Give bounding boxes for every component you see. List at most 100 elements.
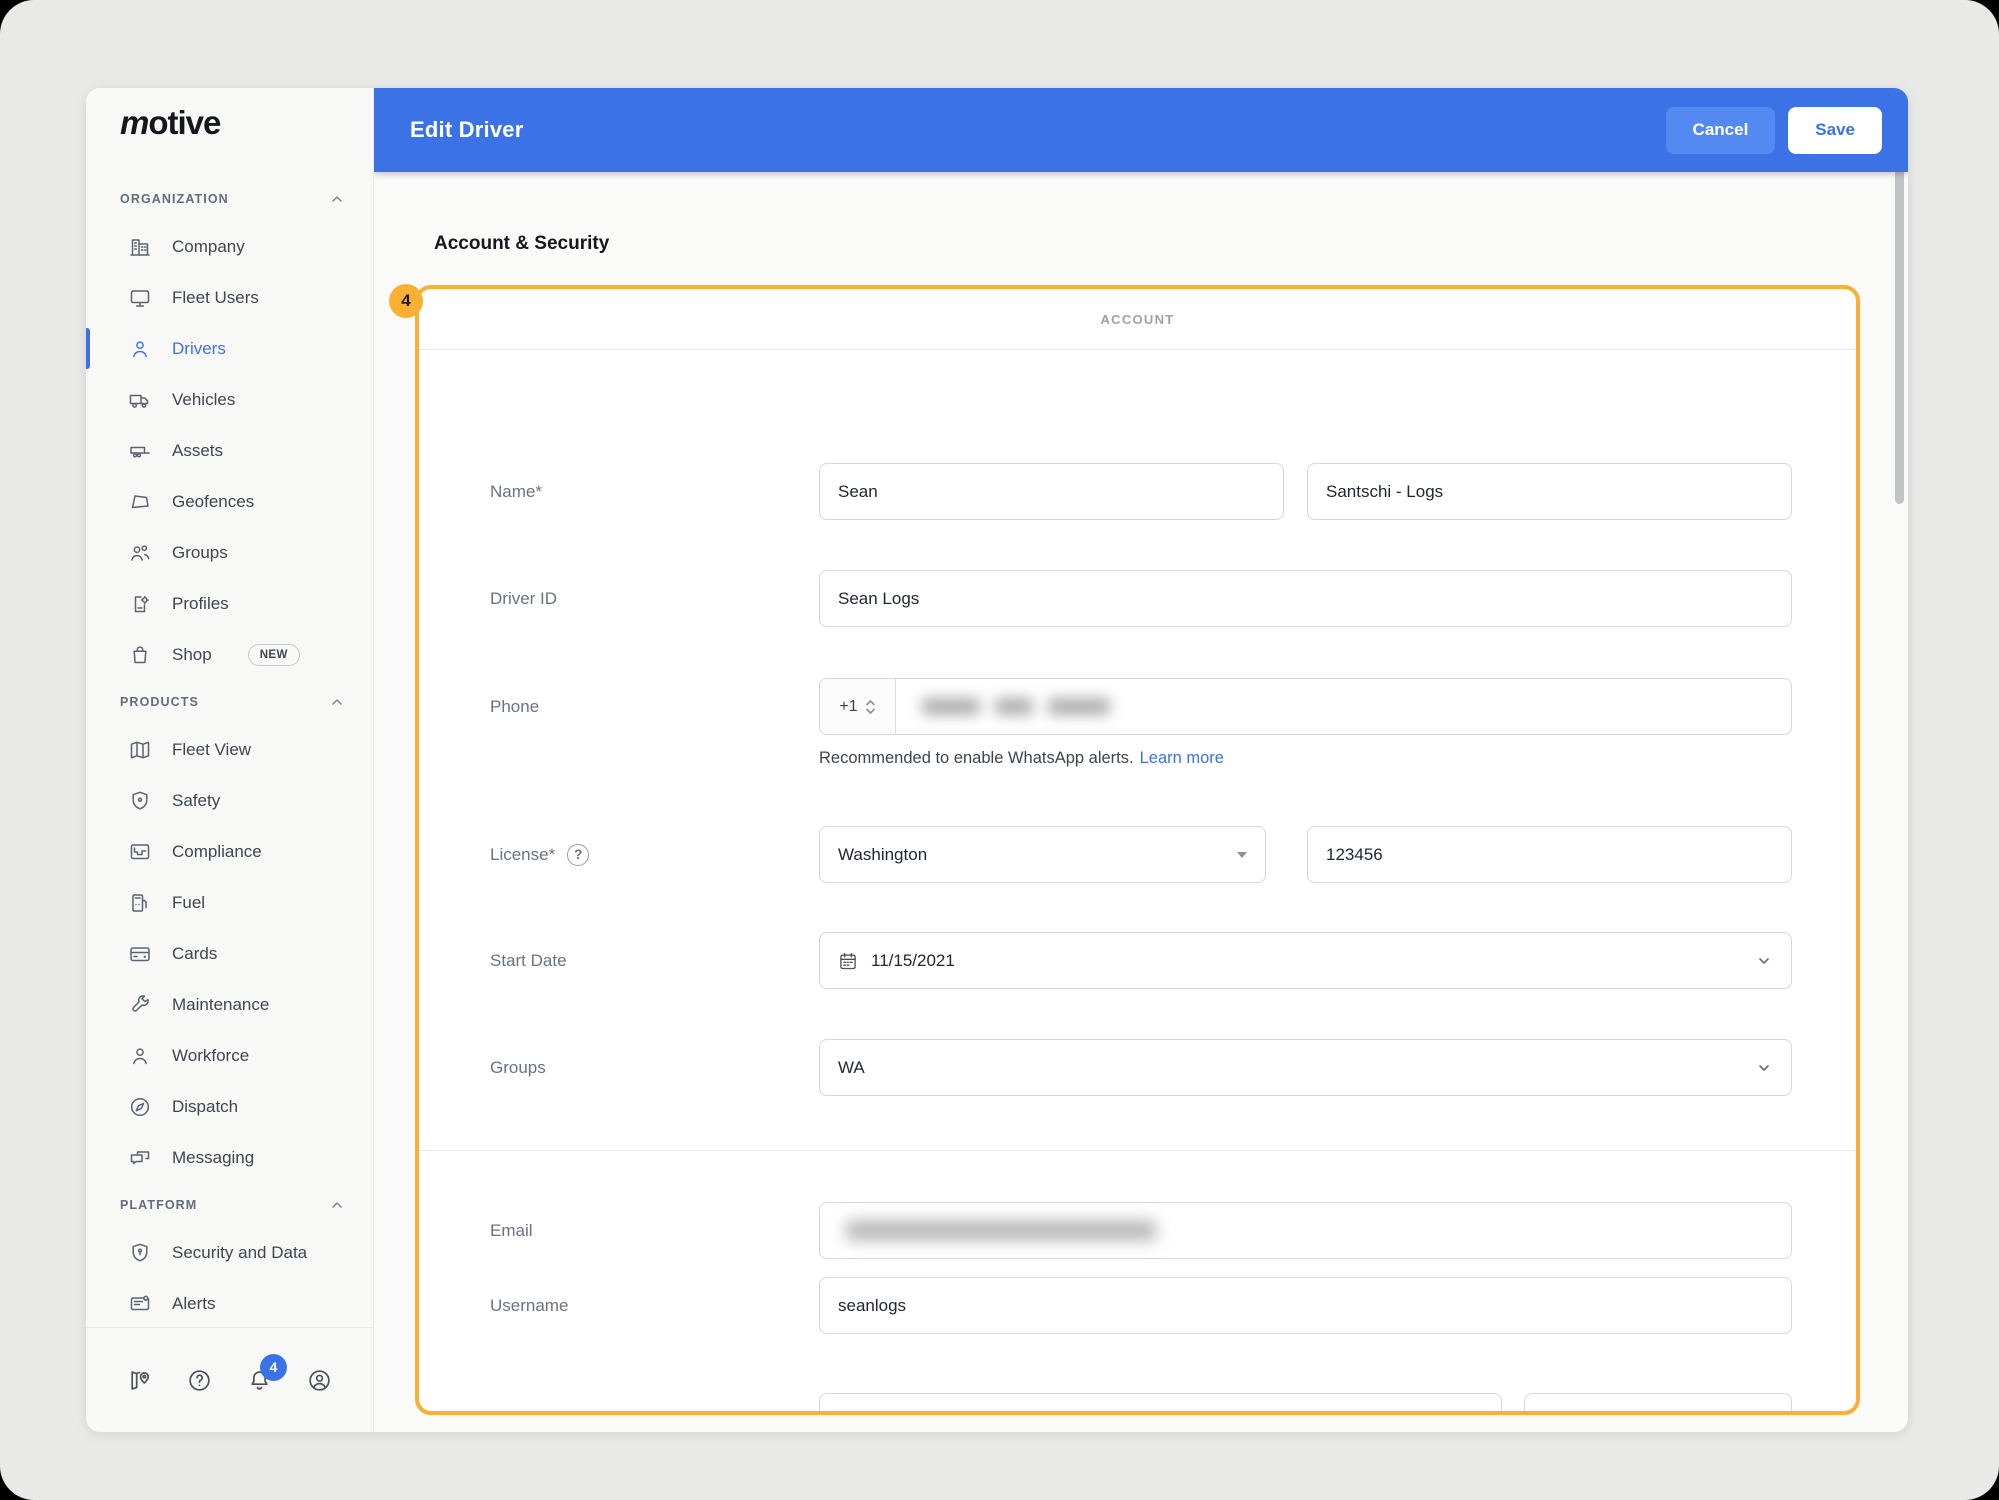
account-form: Name* Driver ID Phone +1 [419, 350, 1856, 1411]
chevron-up-icon [329, 694, 345, 710]
redacted-email-value [846, 1221, 1156, 1240]
chat-bubbles-icon [128, 1146, 152, 1170]
motive-logo[interactable]: motive [120, 104, 220, 142]
sidebar-item-safety[interactable]: Safety [86, 775, 373, 826]
sidebar-item-maintenance[interactable]: Maintenance [86, 979, 373, 1030]
groups-select[interactable]: WA [819, 1039, 1792, 1096]
sidebar-item-messaging[interactable]: Messaging [86, 1132, 373, 1183]
sidebar-item-label: Safety [172, 791, 220, 811]
cancel-button[interactable]: Cancel [1666, 107, 1776, 154]
account-card: ACCOUNT Name* Driver ID Phone [415, 285, 1860, 1415]
edit-driver-header: Edit Driver Cancel Save [374, 88, 1908, 172]
truck-icon [128, 388, 152, 412]
compass-icon [128, 1095, 152, 1119]
sidebar-item-company[interactable]: Company [86, 221, 373, 272]
driver-id-input[interactable] [819, 570, 1792, 627]
chart-frame-icon [128, 840, 152, 864]
sidebar-item-label: Compliance [172, 842, 262, 862]
guide-map-icon[interactable] [126, 1367, 153, 1394]
sidebar-section-platform[interactable]: PLATFORM [86, 1183, 373, 1227]
geofence-polygon-icon [128, 490, 152, 514]
wrench-icon [128, 993, 152, 1017]
groups-label: Groups [490, 1039, 546, 1096]
trailer-icon [128, 439, 152, 463]
phone-input[interactable]: +1 [819, 678, 1792, 735]
last-name-input[interactable] [1307, 463, 1792, 520]
section-label: ORGANIZATION [120, 192, 229, 206]
sidebar-item-label: Fleet View [172, 740, 251, 760]
stepper-arrows-icon [865, 698, 876, 716]
sidebar-section-products[interactable]: PRODUCTS [86, 680, 373, 724]
sidebar-item-assets[interactable]: Assets [86, 425, 373, 476]
sidebar-item-fleet-view[interactable]: Fleet View [86, 724, 373, 775]
document-gear-icon [128, 592, 152, 616]
company-building-icon [128, 235, 152, 259]
country-code-stepper[interactable]: +1 [820, 679, 896, 734]
password-input[interactable] [819, 1393, 1502, 1411]
fuel-pump-icon [128, 891, 152, 915]
help-icon[interactable] [186, 1367, 213, 1394]
sidebar-item-drivers[interactable]: Drivers [86, 323, 373, 374]
chevron-up-icon [329, 191, 345, 207]
sidebar-item-alerts[interactable]: Alerts [86, 1278, 373, 1329]
start-date-value: 11/15/2021 [871, 951, 955, 971]
name-label: Name* [490, 463, 542, 520]
sidebar: motive ORGANIZATION Company [86, 88, 374, 1432]
learn-more-link[interactable]: Learn more [1140, 749, 1224, 767]
sidebar-item-security-and-data[interactable]: Security and Data [86, 1227, 373, 1278]
vertical-scrollbar[interactable] [1895, 169, 1904, 504]
password-field-row: Password Generate Password [419, 1393, 1856, 1411]
section-title: Account & Security [434, 233, 609, 255]
email-label: Email [490, 1202, 533, 1259]
sidebar-item-geofences[interactable]: Geofences [86, 476, 373, 527]
sidebar-item-label: Assets [172, 441, 223, 461]
driver-id-field-row: Driver ID [419, 570, 1856, 627]
username-input[interactable] [819, 1277, 1792, 1334]
sidebar-item-cards[interactable]: Cards [86, 928, 373, 979]
license-label: License* ? [490, 826, 589, 883]
groups-field-row: Groups WA [419, 1039, 1856, 1096]
sidebar-item-workforce[interactable]: Workforce [86, 1030, 373, 1081]
sidebar-item-fleet-users[interactable]: Fleet Users [86, 272, 373, 323]
license-number-input[interactable] [1307, 826, 1792, 883]
country-code-value: +1 [839, 698, 857, 716]
sidebar-item-label: Messaging [172, 1148, 254, 1168]
active-indicator [86, 328, 90, 369]
start-date-picker[interactable]: 11/15/2021 [819, 932, 1792, 989]
sidebar-item-dispatch[interactable]: Dispatch [86, 1081, 373, 1132]
username-field-row: Username [419, 1277, 1856, 1334]
page-title: Edit Driver [410, 117, 523, 143]
redacted-phone-number [896, 679, 1110, 734]
sidebar-item-label: Profiles [172, 594, 229, 614]
sidebar-item-groups[interactable]: Groups [86, 527, 373, 578]
start-date-field-row: Start Date 11/15/2021 [419, 932, 1856, 989]
account-icon[interactable] [306, 1367, 333, 1394]
sidebar-item-label: Fuel [172, 893, 205, 913]
whatsapp-helper-text: Recommended to enable WhatsApp alerts.Le… [819, 749, 1224, 768]
sidebar-item-fuel[interactable]: Fuel [86, 877, 373, 928]
sidebar-item-label: Shop [172, 645, 212, 665]
sidebar-item-shop[interactable]: Shop NEW [86, 629, 373, 680]
save-button[interactable]: Save [1788, 107, 1882, 154]
sidebar-item-compliance[interactable]: Compliance [86, 826, 373, 877]
sidebar-item-profiles[interactable]: Profiles [86, 578, 373, 629]
sidebar-section-organization[interactable]: ORGANIZATION [86, 177, 373, 221]
notifications-bell-icon[interactable]: 4 [246, 1367, 273, 1394]
email-input[interactable] [819, 1202, 1792, 1259]
help-tooltip-icon[interactable]: ? [567, 844, 589, 866]
generate-password-button[interactable]: Generate Password [1524, 1393, 1792, 1411]
license-state-select[interactable]: Washington [819, 826, 1266, 883]
person-icon [128, 1044, 152, 1068]
shopping-bag-icon [128, 643, 152, 667]
sidebar-item-label: Maintenance [172, 995, 269, 1015]
form-divider [419, 1150, 1856, 1151]
phone-label: Phone [490, 678, 539, 735]
driver-person-icon [128, 337, 152, 361]
calendar-icon [838, 951, 858, 971]
sidebar-item-vehicles[interactable]: Vehicles [86, 374, 373, 425]
license-label-text: License* [490, 845, 555, 865]
account-card-title: ACCOUNT [419, 289, 1856, 350]
first-name-input[interactable] [819, 463, 1284, 520]
username-label: Username [490, 1277, 568, 1334]
section-label: PLATFORM [120, 1198, 197, 1212]
